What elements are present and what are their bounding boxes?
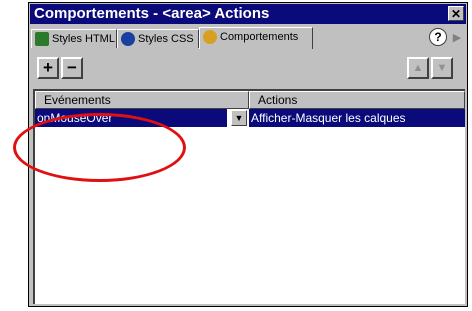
actions-column-header[interactable]: Actions — [249, 91, 465, 109]
window-title: Comportements - <area> Actions — [34, 5, 270, 22]
title-bar[interactable]: Comportements - <area> Actions ✕ — [30, 4, 466, 24]
minus-icon: − — [67, 58, 77, 77]
styles-html-icon — [35, 32, 49, 46]
list-item[interactable]: onMouseOver ▼ Afficher-Masquer les calqu… — [35, 109, 465, 127]
chevron-down-icon: ▼ — [234, 113, 244, 123]
arrow-up-icon: ▲ — [412, 62, 424, 74]
behaviors-icon — [203, 30, 217, 44]
tab-comportements[interactable]: Comportements — [199, 27, 313, 49]
tab-label: Styles CSS — [138, 33, 194, 45]
tab-scroll-right-icon[interactable]: ▶ — [451, 30, 463, 46]
event-dropdown-button[interactable]: ▼ — [231, 110, 247, 126]
tab-label: Comportements — [220, 31, 299, 43]
move-up-button[interactable]: ▲ — [407, 57, 429, 79]
close-icon: ✕ — [450, 7, 462, 21]
action-cell[interactable]: Afficher-Masquer les calques — [249, 109, 465, 127]
toolbar: + − ▲ ▼ — [31, 53, 465, 85]
help-icon: ? — [434, 30, 442, 44]
events-column-header[interactable]: Evénements — [35, 91, 249, 109]
help-button[interactable]: ? — [429, 28, 447, 46]
tab-styles-css[interactable]: Styles CSS — [117, 29, 199, 48]
add-behavior-button[interactable]: + — [37, 57, 59, 79]
behaviors-list[interactable]: Evénements Actions onMouseOver ▼ Affiche… — [33, 89, 465, 304]
tab-label: Styles HTML — [52, 33, 115, 45]
tab-strip: Styles HTML Styles CSS Comportements ? ▶ — [31, 27, 465, 49]
plus-icon: + — [43, 58, 53, 77]
arrow-down-icon: ▼ — [436, 62, 448, 74]
behaviors-panel: Comportements - <area> Actions ✕ Styles … — [28, 2, 468, 307]
list-header: Evénements Actions — [35, 91, 465, 109]
move-down-button[interactable]: ▼ — [431, 57, 453, 79]
close-button[interactable]: ✕ — [448, 6, 464, 21]
tab-styles-html[interactable]: Styles HTML — [31, 29, 117, 48]
event-cell[interactable]: onMouseOver — [35, 109, 227, 127]
styles-css-icon — [121, 32, 135, 46]
remove-behavior-button[interactable]: − — [61, 57, 83, 79]
